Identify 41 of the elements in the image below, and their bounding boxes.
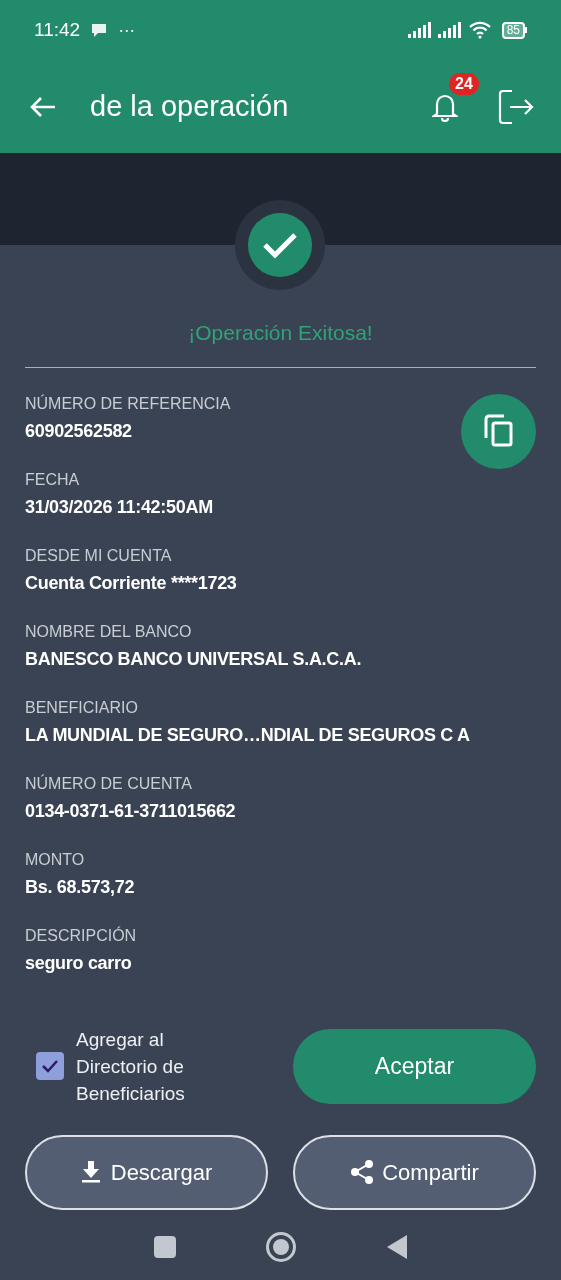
screen-title: de la operación: [90, 88, 289, 124]
share-icon: [350, 1160, 375, 1184]
download-icon: [80, 1161, 101, 1183]
field-value: 60902562582: [25, 419, 132, 442]
field-label: MONTO: [25, 849, 85, 870]
field-value: Bs. 68.573,72: [25, 875, 135, 898]
status-time: 11:42: [34, 17, 81, 42]
logout-icon: [496, 87, 534, 126]
success-message: ¡Operación Exitosa!: [188, 320, 373, 346]
field-label: DESDE MI CUENTA: [25, 545, 172, 566]
field-label: FECHA: [25, 469, 80, 490]
field-label: NÚMERO DE REFERENCIA: [25, 393, 231, 414]
check-icon: [41, 1059, 59, 1073]
field-value: BANESCO BANCO UNIVERSAL S.A.C.A.: [25, 647, 362, 670]
share-button[interactable]: Compartir: [293, 1134, 536, 1210]
signal-icon: [437, 22, 462, 38]
battery-icon: 85: [501, 21, 527, 39]
field-value: 31/03/2026 11:42:50AM: [25, 495, 213, 518]
chat-icon: [90, 22, 109, 38]
checkbox[interactable]: [36, 1052, 64, 1080]
download-button[interactable]: Descargar: [25, 1134, 268, 1210]
field-value: LA MUNDIAL DE SEGURO…NDIAL DE SEGUROS C A: [25, 723, 470, 746]
checkbox-label: Agregar al Directorio de Beneficiarios: [76, 1027, 186, 1106]
field-label: DESCRIPCIÓN: [25, 925, 137, 946]
copy-icon: [482, 414, 515, 448]
home-button[interactable]: [265, 1231, 296, 1262]
field-value: 0134-0371-61-3711015662: [25, 799, 236, 822]
field-value: seguro carro: [25, 951, 132, 974]
notification-dots: ···: [118, 18, 135, 42]
field-label: BENEFICIARIO: [25, 697, 138, 718]
back-nav-icon[interactable]: [385, 1233, 408, 1260]
check-icon: [262, 231, 298, 259]
notification-badge: 24: [449, 72, 479, 95]
wifi-icon: [467, 21, 492, 39]
field-label: NOMBRE DEL BANCO: [25, 621, 192, 642]
accept-button[interactable]: Aceptar: [293, 1028, 536, 1104]
recents-button[interactable]: [153, 1235, 176, 1258]
field-label: NÚMERO DE CUENTA: [25, 773, 192, 794]
signal-icon: [407, 22, 432, 38]
field-value: Cuenta Corriente ****1723: [25, 571, 237, 594]
back-arrow-icon: [29, 94, 57, 119]
